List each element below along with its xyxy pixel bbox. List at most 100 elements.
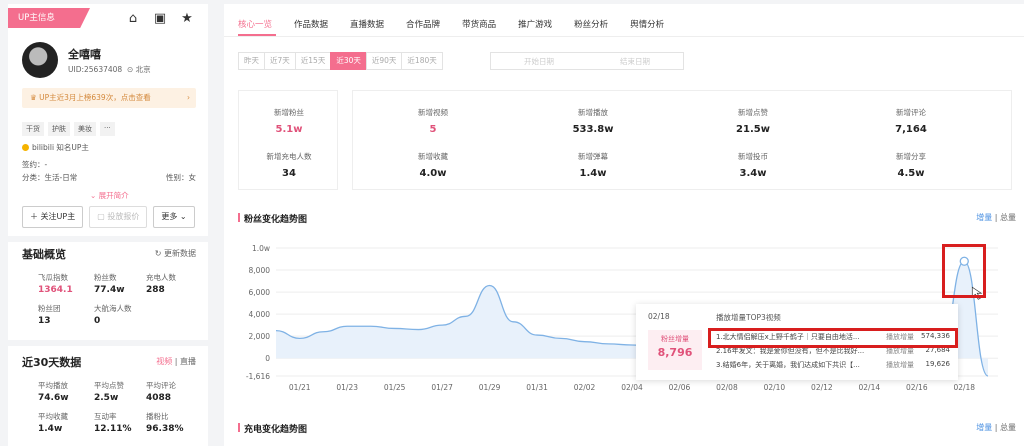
refresh-data-button[interactable]: ↻ 更新数据 [155, 248, 196, 259]
stat-followers: 粉丝数 77.4w [94, 272, 146, 295]
chevron-right-icon: › [187, 93, 190, 102]
stat-play-fan-ratio: 播粉比 96.38% [146, 411, 202, 434]
x-tick-label: 01/25 [384, 383, 406, 392]
stat-label: 互动率 [94, 412, 117, 421]
x-tick-label: 01/27 [431, 383, 453, 392]
stat-label: 充电人数 [146, 273, 176, 282]
charge-trend-chart-title: 充电变化趋势图 [238, 422, 307, 435]
stat-avg-comments: 平均评论 4088 [146, 380, 202, 403]
gender-info: 性别：女 [166, 172, 196, 183]
creator-name: 全嘻嘻 [68, 48, 101, 61]
peak-point-highlight [942, 244, 986, 298]
tooltip-header: 播放增量TOP3视频 [716, 313, 781, 322]
toggle-total[interactable]: 总量 [1000, 423, 1016, 432]
gender-value: 女 [188, 173, 197, 182]
main-panel: 核心一览 作品数据 直播数据 合作品牌 带货商品 推广游戏 粉丝分析 舆情分析 … [224, 4, 1024, 446]
stat-label: 平均收藏 [38, 412, 68, 421]
stat-guards: 大航海人数 0 [94, 303, 146, 326]
location-icon: ⊙ [124, 65, 134, 74]
divider [8, 236, 208, 242]
tab-video[interactable]: 视频 [156, 357, 172, 366]
stat-engagement-rate: 互动率 12.11% [94, 411, 146, 434]
x-tick-label: 02/04 [621, 383, 643, 392]
category-info: 分类：生活-日常 [22, 172, 77, 183]
location-text: 北京 [135, 65, 151, 74]
signature-info: 签约：- [22, 159, 47, 170]
stat-value: 0 [94, 316, 101, 326]
creator-uid: UID:25637408 ⊙ 北京 [68, 64, 151, 75]
stat-value: 2.5w [94, 393, 119, 403]
report-button[interactable]: ▢ 投放报价 [89, 206, 148, 228]
video-metric-value: 19,626 [925, 360, 951, 368]
more-button[interactable]: 更多 ⌄ [153, 206, 195, 228]
stat-feigua-index: 飞瓜指数 1364.1 [38, 272, 94, 295]
star-icon[interactable]: ★ [180, 12, 194, 26]
recent-stats: 平均播放 74.6w 平均点赞 2.5w 平均评论 4088 平均收藏 1.4w 互动率… [38, 380, 202, 434]
x-tick-label: 02/16 [906, 383, 928, 392]
up-info-badge: UP主信息 [8, 8, 90, 28]
video-icon[interactable]: ▣ [153, 12, 167, 26]
tooltip-box-label: 粉丝增量 [661, 335, 689, 343]
stat-label: 大航海人数 [94, 304, 132, 313]
stat-label: 平均评论 [146, 381, 176, 390]
tag-list: 干货 护肤 美妆 ··· [22, 122, 115, 136]
stat-value: 1364.1 [38, 285, 73, 295]
basic-overview-title: 基础概览 [22, 248, 66, 261]
tooltip-box-value: 8,796 [657, 346, 693, 359]
stat-value: 96.38% [146, 424, 184, 434]
follow-button[interactable]: ＋ 关注UP主 [22, 206, 84, 228]
stat-value: 288 [146, 285, 165, 295]
basic-stats: 飞瓜指数 1364.1 粉丝数 77.4w 充电人数 288 粉丝团 13 大航海人数 0 [38, 272, 202, 326]
y-tick-label: 2,000 [249, 332, 271, 341]
signature-label: 签约： [22, 160, 45, 169]
tag[interactable]: 干货 [22, 122, 44, 136]
y-tick-label: 1.0w [252, 244, 270, 253]
x-tick-label: 01/23 [336, 383, 358, 392]
y-tick-label: 4,000 [249, 310, 271, 319]
video-title: 3.结婚6年，关于离婚，我们达成如下共识【... [716, 361, 860, 369]
divider [8, 340, 208, 346]
recent-30-days-title: 近30天数据 [22, 356, 82, 369]
ranking-promo[interactable]: ♛ UP主近3月上榜639次，点击查看 › [22, 88, 196, 108]
more-tags[interactable]: ··· [100, 122, 115, 136]
stat-value: 77.4w [94, 285, 125, 295]
stat-label: 播粉比 [146, 412, 169, 421]
x-tick-label: 02/06 [669, 383, 691, 392]
stat-value: 4088 [146, 393, 172, 403]
x-tick-label: 02/14 [859, 383, 881, 392]
promo-text: UP主近3月上榜639次，点击查看 [39, 93, 151, 102]
stat-value: 13 [38, 316, 51, 326]
chevron-down-icon: ⌄ [177, 212, 187, 221]
gender-label: 性别： [166, 173, 189, 182]
tag[interactable]: 美妆 [74, 122, 96, 136]
y-tick-label: 0 [265, 354, 270, 363]
charge-chart-toggle: 增量 | 总量 [976, 423, 1016, 432]
recent-data-tabs: 视频 | 直播 [156, 357, 196, 366]
uid-text: UID:25637408 [68, 65, 123, 74]
avatar[interactable] [22, 42, 58, 78]
stat-label: 飞瓜指数 [38, 273, 68, 282]
sidebar-button-row: ＋ 关注UP主 ▢ 投放报价 更多 ⌄ [22, 206, 195, 228]
stat-avg-favorites: 平均收藏 1.4w [38, 411, 94, 434]
x-tick-label: 01/29 [479, 383, 501, 392]
stat-label: 平均点赞 [94, 381, 124, 390]
creator-sidebar: UP主信息 ⌂ ▣ ★ 全嘻嘻 UID:25637408 ⊙ 北京 ♛ UP主近… [8, 4, 208, 446]
x-tick-label: 02/10 [764, 383, 786, 392]
stat-chargers: 充电人数 288 [146, 272, 202, 295]
category-value: 生活-日常 [44, 173, 78, 182]
stat-label: 平均播放 [38, 381, 68, 390]
tag[interactable]: 护肤 [48, 122, 70, 136]
tab-live[interactable]: 直播 [180, 357, 196, 366]
expand-bio-link[interactable]: ⌄ 展开简介 [90, 190, 129, 201]
signature-value: - [44, 160, 48, 169]
stat-label: 粉丝团 [38, 304, 61, 313]
expand-bio-text: 展开简介 [98, 191, 129, 200]
tooltip-fan-increase: 粉丝增量 8,796 [648, 330, 702, 370]
category-label: 分类： [22, 173, 45, 182]
stat-value: 74.6w [38, 393, 69, 403]
toggle-increment[interactable]: 增量 [976, 423, 992, 432]
home-icon[interactable]: ⌂ [126, 12, 140, 26]
platform-label: bilibili 知名UP主 [22, 142, 89, 153]
x-tick-label: 02/18 [953, 383, 975, 392]
crown-icon: ♛ [30, 93, 40, 102]
